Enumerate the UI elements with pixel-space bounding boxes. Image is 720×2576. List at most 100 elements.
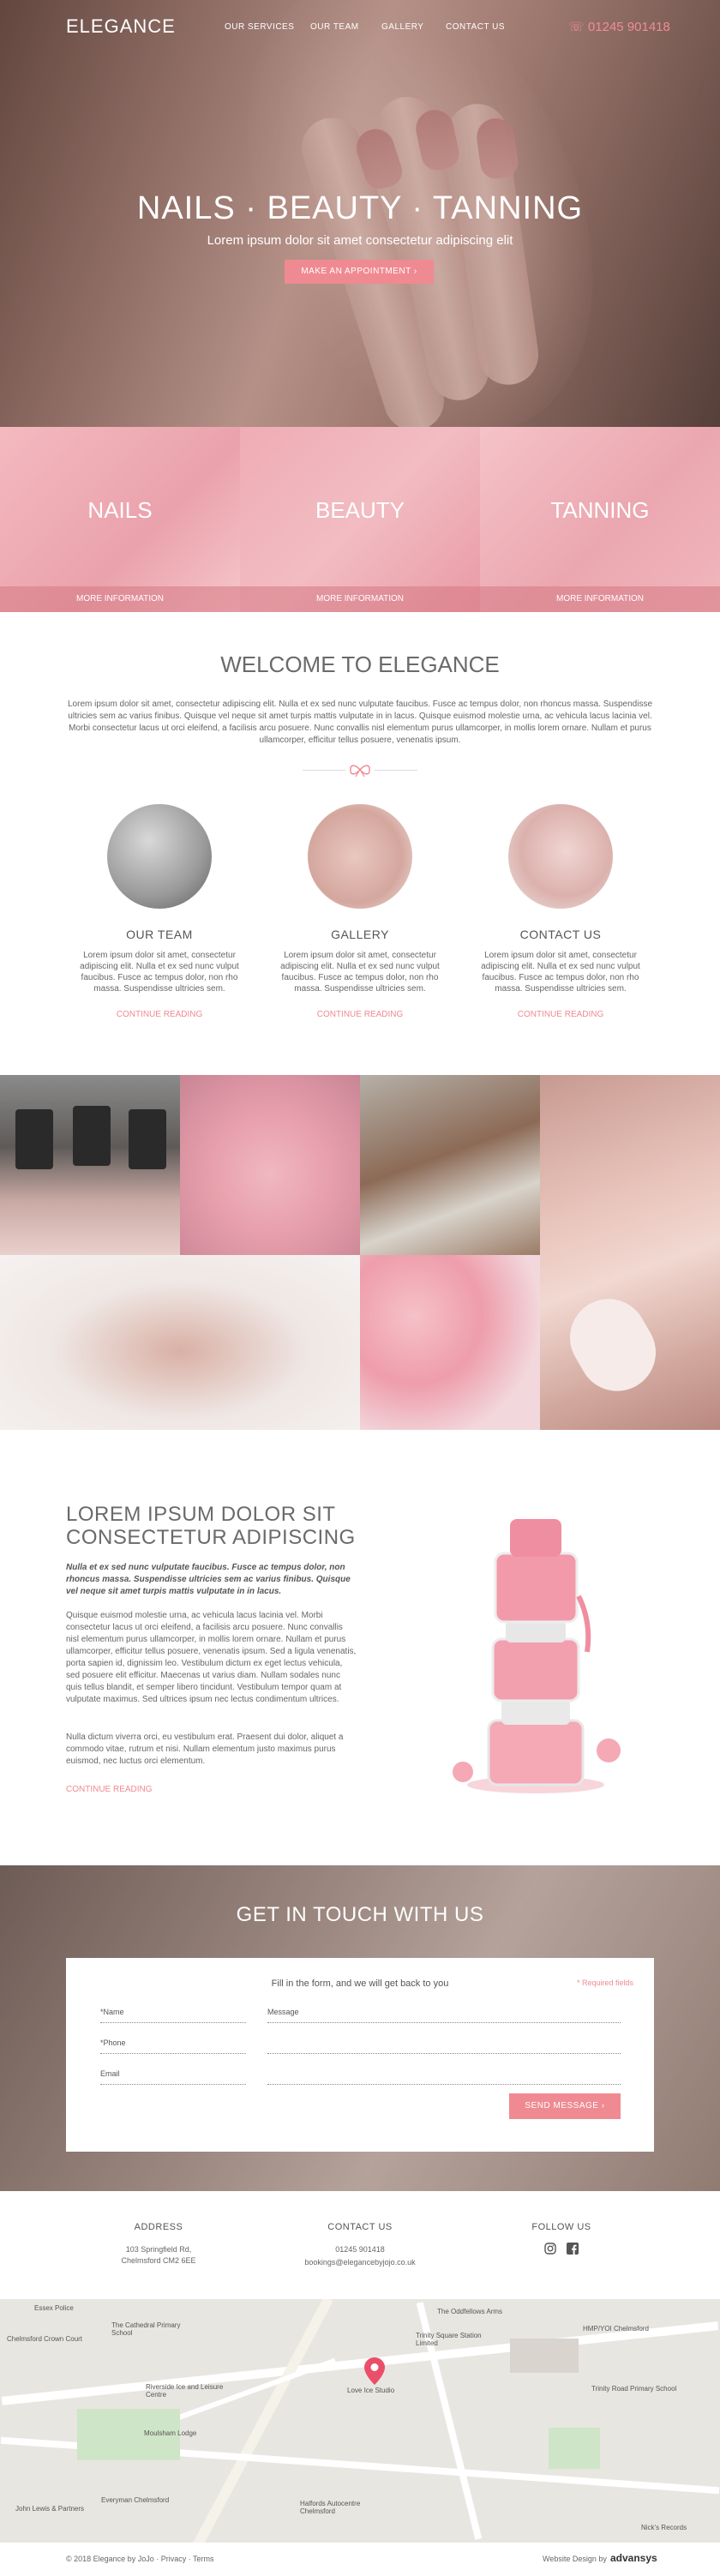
message-field-line[interactable] bbox=[267, 2069, 621, 2085]
bow-icon bbox=[350, 765, 370, 778]
location-map[interactable]: Essex Police The Cathedral Primary Schoo… bbox=[0, 2299, 720, 2543]
feature-title: GALLERY bbox=[331, 928, 389, 941]
map-label: The Oddfellows Arms bbox=[437, 2308, 503, 2315]
feature-text: Lorem ipsum dolor sit amet, consectetur … bbox=[280, 951, 440, 994]
feature-title: CONTACT US bbox=[519, 928, 602, 941]
gallery-photo-nail-polish[interactable] bbox=[0, 1075, 180, 1255]
welcome-title: WELCOME TO ELEGANCE bbox=[220, 652, 500, 677]
instagram-icon[interactable] bbox=[544, 2243, 556, 2255]
logo[interactable]: ELEGANCE bbox=[66, 15, 176, 38]
map-label: Everyman Chelmsford bbox=[101, 2496, 170, 2504]
lorem-paragraph: Quisque euismod molestie urna, ac vehicu… bbox=[66, 1611, 357, 1704]
continue-reading-link[interactable]: CONTINUE READING bbox=[69, 1010, 249, 1019]
contact-email[interactable]: bookings@elegancebyjojo.co.uk bbox=[257, 2257, 463, 2268]
more-information-link[interactable]: MORE INFORMATION bbox=[0, 586, 240, 612]
map-label: Trinity Road Primary School bbox=[591, 2385, 677, 2393]
map-pin-icon[interactable] bbox=[364, 2357, 385, 2385]
lorem-title: LOREM IPSUM DOLOR SIT CONSECTETUR ADIPIS… bbox=[66, 1503, 356, 1549]
service-tile-beauty[interactable]: BEAUTY MORE INFORMATION bbox=[240, 427, 480, 612]
nail-polish-bottles-image bbox=[453, 1519, 621, 1793]
message-field[interactable]: Message bbox=[267, 2008, 621, 2023]
copyright-links[interactable]: © 2018 Elegance by JoJo · Privacy · Term… bbox=[66, 2555, 214, 2563]
polish-cap bbox=[15, 1109, 53, 1169]
make-appointment-button[interactable]: MAKE AN APPOINTMENT › bbox=[285, 260, 434, 284]
header-phone[interactable]: ☏ 01245 901418 bbox=[568, 19, 670, 34]
lorem-intro: Nulla et ex sed nunc vulputate faucibus.… bbox=[66, 1563, 351, 1596]
map-building bbox=[510, 2339, 579, 2373]
form-intro: Fill in the form, and we will get back t… bbox=[271, 1979, 449, 1989]
nav-gallery[interactable]: GALLERY bbox=[381, 22, 423, 32]
map-label: Trinity Square Station Limited bbox=[416, 2332, 482, 2347]
continue-reading-link[interactable]: CONTINUE READING bbox=[471, 1010, 651, 1019]
phone-field[interactable]: *Phone bbox=[100, 2039, 246, 2054]
gallery-photo-long-nails[interactable] bbox=[540, 1075, 720, 1430]
map-label: Riverside Ice and Leisure Centre bbox=[146, 2383, 224, 2399]
map-label: Moulsham Lodge bbox=[144, 2429, 197, 2437]
feature-contact-us: CONTACT US Lorem ipsum dolor sit amet, c… bbox=[471, 804, 651, 1019]
address-text: 103 Springfield Rd, Chelmsford CM2 6EE bbox=[121, 2245, 196, 2265]
map-label: Love Ice Studio bbox=[347, 2387, 395, 2394]
services-tiles: NAILS MORE INFORMATION BEAUTY MORE INFOR… bbox=[0, 427, 720, 612]
gallery-photo-pedicure[interactable] bbox=[360, 1075, 540, 1255]
service-tile-tanning[interactable]: TANNING MORE INFORMATION bbox=[480, 427, 720, 612]
send-message-button[interactable]: SEND MESSAGE › bbox=[509, 2093, 621, 2119]
contact-column: CONTACT US 01245 901418 bookings@eleganc… bbox=[257, 2222, 463, 2268]
nav-our-team[interactable]: OUR TEAM bbox=[310, 22, 359, 32]
welcome-text: Lorem ipsum dolor sit amet, consectetur … bbox=[67, 700, 653, 745]
name-field[interactable]: *Name bbox=[100, 2008, 246, 2023]
map-label: HMP/YOI Chelmsford bbox=[583, 2325, 649, 2333]
follow-column: FOLLOW US bbox=[459, 2222, 664, 2259]
gallery-photo-manicure[interactable] bbox=[0, 1255, 360, 1430]
map-label: Nick's Records bbox=[641, 2524, 687, 2531]
polish-cap bbox=[129, 1109, 166, 1169]
address-column: ADDRESS 103 Springfield Rd, Chelmsford C… bbox=[56, 2222, 261, 2267]
feature-text: Lorem ipsum dolor sit amet, consectetur … bbox=[481, 951, 640, 994]
hero-subtitle: Lorem ipsum dolor sit amet consectetur a… bbox=[207, 233, 513, 248]
photo-gallery bbox=[0, 1075, 720, 1430]
hero-banner: ELEGANCE OUR SERVICES OUR TEAM GALLERY C… bbox=[0, 0, 720, 427]
address-heading: ADDRESS bbox=[134, 2222, 183, 2232]
map-label: The Cathedral Primary School bbox=[111, 2321, 181, 2337]
nail-shape bbox=[555, 1284, 670, 1406]
service-tile-nails[interactable]: NAILS MORE INFORMATION bbox=[0, 427, 240, 612]
social-icons bbox=[459, 2243, 664, 2259]
contact-phone[interactable]: 01245 901418 bbox=[257, 2244, 463, 2255]
service-label: NAILS bbox=[87, 497, 153, 523]
continue-reading-link[interactable]: CONTINUE READING bbox=[270, 1010, 450, 1019]
more-information-link[interactable]: MORE INFORMATION bbox=[480, 586, 720, 612]
feature-text: Lorem ipsum dolor sit amet, consectetur … bbox=[80, 951, 239, 994]
design-brand[interactable]: advansys bbox=[610, 2552, 657, 2564]
map-label: Essex Police bbox=[34, 2304, 74, 2312]
contact-us-image[interactable] bbox=[508, 804, 613, 909]
facebook-icon[interactable] bbox=[567, 2243, 579, 2255]
continue-reading-link[interactable]: CONTINUE READING bbox=[66, 1785, 153, 1794]
our-team-image[interactable] bbox=[107, 804, 212, 909]
design-credit: Website Design by bbox=[543, 2555, 607, 2563]
feature-gallery: GALLERY Lorem ipsum dolor sit amet, cons… bbox=[270, 804, 450, 1019]
hero-title: NAILS · BEAUTY · TANNING bbox=[136, 190, 584, 226]
contact-title: GET IN TOUCH WITH US bbox=[236, 1903, 484, 1926]
map-label: Halfords Autocentre Chelmsford bbox=[300, 2500, 361, 2515]
map-park bbox=[549, 2428, 600, 2469]
gallery-photo-flowers[interactable] bbox=[180, 1075, 360, 1255]
contact-heading: CONTACT US bbox=[327, 2222, 393, 2232]
gallery-image[interactable] bbox=[308, 804, 412, 909]
polish-cap bbox=[73, 1106, 111, 1166]
message-field-line[interactable] bbox=[267, 2039, 621, 2054]
feature-our-team: OUR TEAM Lorem ipsum dolor sit amet, con… bbox=[69, 804, 249, 1019]
nav-contact-us[interactable]: CONTACT US bbox=[446, 22, 505, 32]
email-field[interactable]: Email bbox=[100, 2069, 246, 2085]
map-label: Chelmsford Crown Court bbox=[7, 2335, 83, 2343]
more-information-link[interactable]: MORE INFORMATION bbox=[240, 586, 480, 612]
divider-line bbox=[375, 770, 417, 771]
service-label: BEAUTY bbox=[315, 497, 405, 523]
divider-line bbox=[303, 770, 345, 771]
gallery-photo-balloons[interactable] bbox=[360, 1255, 540, 1430]
bottom-bar: © 2018 Elegance by JoJo · Privacy · Term… bbox=[0, 2543, 720, 2576]
nav-our-services[interactable]: OUR SERVICES bbox=[225, 22, 294, 32]
required-note: * Required fields bbox=[576, 1979, 633, 1987]
map-label: John Lewis & Partners bbox=[15, 2505, 85, 2513]
service-label: TANNING bbox=[550, 497, 650, 523]
follow-heading: FOLLOW US bbox=[531, 2222, 591, 2232]
lorem-paragraph: Nulla dictum viverra orci, eu vestibulum… bbox=[66, 1732, 344, 1766]
